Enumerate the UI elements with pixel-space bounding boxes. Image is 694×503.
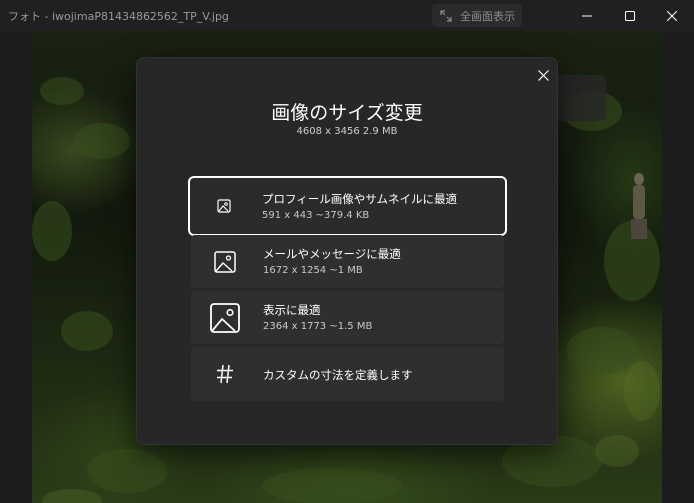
close-window-button[interactable] <box>650 0 694 31</box>
hash-icon <box>209 347 241 401</box>
minimize-button[interactable] <box>565 0 609 31</box>
image-small-icon <box>208 178 240 234</box>
option-label: 表示に最適 <box>263 303 321 317</box>
maximize-icon <box>625 10 635 21</box>
option-label: プロフィール画像やサムネイルに最適 <box>262 192 458 206</box>
image-large-icon <box>209 291 241 344</box>
window-title: フォト - iwojimaP81434862562_TP_V.jpg <box>8 10 229 23</box>
minimize-icon <box>582 15 592 16</box>
title-bar: フォト - iwojimaP81434862562_TP_V.jpg 全画面表示 <box>0 0 694 31</box>
option-label: カスタムの寸法を定義します <box>263 368 413 382</box>
close-icon <box>667 10 677 21</box>
fullscreen-button[interactable]: 全画面表示 <box>432 4 522 27</box>
maximize-button[interactable] <box>608 0 652 31</box>
option-label: メールやメッセージに最適 <box>263 247 401 261</box>
option-dimensions: 1672 x 1254 ~1 MB <box>263 265 363 276</box>
expand-icon <box>440 9 452 22</box>
image-medium-icon <box>209 235 241 288</box>
fullscreen-label: 全画面表示 <box>460 9 515 23</box>
resize-dialog: 画像のサイズ変更 4608 x 3456 2.9 MB プロフィール画像やサムネ… <box>136 57 558 445</box>
dialog-close-button[interactable] <box>531 63 555 87</box>
dialog-title: 画像のサイズ変更 <box>271 102 423 124</box>
option-dimensions: 2364 x 1773 ~1.5 MB <box>263 321 373 332</box>
statue-figure <box>631 173 647 239</box>
option-email-message[interactable]: メールやメッセージに最適 1672 x 1254 ~1 MB <box>191 235 504 288</box>
option-dimensions: 591 x 443 ~379.4 KB <box>262 210 370 221</box>
original-size-info: 4608 x 3456 2.9 MB <box>296 126 398 137</box>
option-display[interactable]: 表示に最適 2364 x 1773 ~1.5 MB <box>191 291 504 344</box>
close-icon <box>537 69 549 81</box>
option-custom-dimensions[interactable]: カスタムの寸法を定義します <box>191 347 504 401</box>
option-profile-thumbnail[interactable]: プロフィール画像やサムネイルに最適 591 x 443 ~379.4 KB <box>188 176 507 236</box>
